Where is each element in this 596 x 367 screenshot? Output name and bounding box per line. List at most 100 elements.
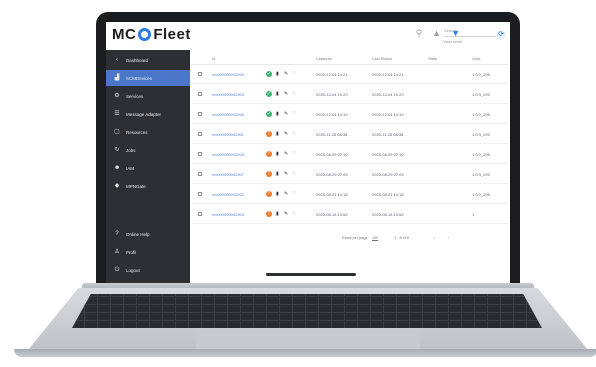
clipboard-icon[interactable]: ▮ — [276, 71, 279, 77]
edit-icon[interactable]: ✎ — [284, 91, 288, 97]
table-row[interactable]: mcb00000002906 ✓ ▮ ✎ ♡ 2025-12-04 14:19 2025-1… — [192, 106, 508, 124]
status-icon: ! — [266, 191, 272, 197]
scrollbar[interactable] — [266, 273, 356, 276]
laptop-base — [14, 349, 596, 357]
clipboard-icon[interactable]: ▮ — [276, 171, 279, 177]
sidebar-back[interactable]: ‹ Dashboard — [106, 52, 190, 68]
version-cell: 1.0.0_295 — [472, 172, 490, 177]
header-id[interactable]: Id — [212, 56, 215, 61]
rows-per-page-select[interactable]: 100 — [372, 236, 378, 240]
sidebar-item-mpngate[interactable]: ◆ MPNGate — [106, 178, 190, 194]
clipboard-icon[interactable]: ▮ — [276, 111, 279, 117]
sidebar-item-message-adapter[interactable]: ☰ Message Adapter — [106, 106, 190, 122]
header-last-status[interactable]: Last Status — [372, 56, 392, 61]
next-page-icon[interactable]: › — [448, 236, 449, 240]
services-icon: ⚙ — [114, 93, 120, 99]
row-checkbox[interactable] — [198, 192, 202, 196]
search-input[interactable]: Search... — [444, 28, 496, 37]
table-row[interactable]: mcb00000002907! ▮ ✎ ♡ 2025-08-29 07:05 2025-0… — [192, 166, 508, 184]
clipboard-icon[interactable]: ▮ — [276, 211, 279, 217]
status-icon: ✓ — [266, 71, 272, 77]
row-checkbox[interactable] — [198, 72, 202, 76]
device-id[interactable]: mcb00000002902 — [212, 192, 244, 197]
view-more-label[interactable]: View more — [443, 39, 462, 44]
row-checkbox[interactable] — [198, 92, 202, 96]
edit-icon[interactable]: ✎ — [284, 211, 288, 217]
sidebar-item-services[interactable]: ⚙ Services — [106, 88, 190, 104]
sidebar-item-scmdevices[interactable]: ▟ SCMDevices — [106, 70, 190, 86]
row-checkbox[interactable] — [198, 132, 202, 136]
table-row[interactable]: mcb00000002901! ▮ ✎ ♡ 2025-11-28 08:36 2025-1… — [192, 126, 508, 144]
laptop-keyboard — [72, 294, 542, 328]
heart-icon[interactable]: ♡ — [292, 71, 296, 77]
lastseen-cell: 2025-12-04 14:20 — [316, 92, 348, 97]
row-checkbox[interactable] — [198, 152, 202, 156]
sidebar-item-jobs[interactable]: ↻ Jobs — [106, 142, 190, 158]
table-row[interactable]: mcb00000002905! ▮ ✎ ♡ 2025-08-09 07:10 2025-0… — [192, 146, 508, 164]
heart-icon[interactable]: ♡ — [292, 111, 296, 117]
sidebar-item-label: MPNGate — [126, 183, 146, 189]
alert-icon[interactable]: ▲ — [432, 28, 441, 39]
sidebar-item-resources[interactable]: ▢ Resources — [106, 124, 190, 140]
table-row[interactable]: mcb00000002904! ▮ ✎ ♡ 2025-08-18 13:52 2025-0… — [192, 206, 508, 224]
user-icon: ♙ — [114, 249, 120, 255]
lastseen-cell: 2025-08-09 07:10 — [316, 152, 348, 157]
last-status-cell: 2025-08-29 07:05 — [372, 172, 404, 177]
row-checkbox[interactable] — [198, 112, 202, 116]
heart-icon[interactable]: ♡ — [292, 151, 296, 157]
sidebar-item-label: IAM — [126, 165, 135, 171]
person-icon[interactable]: ⚲ — [416, 28, 423, 39]
header-version[interactable]: Vers. — [472, 56, 481, 61]
device-id[interactable]: mcb00000002905 — [212, 152, 244, 157]
edit-icon[interactable]: ✎ — [284, 131, 288, 137]
edit-icon[interactable]: ✎ — [284, 71, 288, 77]
heart-icon[interactable]: ♡ — [292, 211, 296, 217]
refresh-icon[interactable]: ⟳ — [496, 30, 506, 40]
heart-icon[interactable]: ♡ — [292, 171, 296, 177]
clipboard-icon[interactable]: ▮ — [276, 191, 279, 197]
sidebar-item-profil[interactable]: ♙ Profil — [106, 244, 190, 260]
lastseen-cell: 2025-08-29 07:05 — [316, 172, 348, 177]
header-state[interactable]: State — [428, 56, 437, 61]
heart-icon[interactable]: ♡ — [292, 131, 296, 137]
row-checkbox[interactable] — [198, 212, 202, 216]
heart-icon[interactable]: ♡ — [292, 91, 296, 97]
clipboard-icon[interactable]: ▮ — [276, 91, 279, 97]
edit-icon[interactable]: ✎ — [284, 191, 288, 197]
table-row[interactable]: mcb00000002902! ▮ ✎ ♡ 2025-08-21 14:18 2025-0… — [192, 186, 508, 204]
last-status-cell: 2025-12-04 14:20 — [372, 92, 404, 97]
status-icon: ✓ — [266, 111, 272, 117]
device-id[interactable]: mcb00000002906 — [212, 112, 244, 117]
device-id[interactable]: mcb00000002907 — [212, 172, 244, 177]
sidebar-item-online-help[interactable]: ? Online Help — [106, 226, 190, 242]
power-icon: ⏻ — [114, 267, 120, 273]
device-id[interactable]: mcb00000002904 — [212, 212, 244, 217]
device-id[interactable]: mcb00000002900 — [212, 72, 244, 77]
sidebar-item-iam[interactable]: ☻ IAM — [106, 160, 190, 176]
logo-ring-icon — [138, 28, 152, 41]
last-status-cell: 2025-08-18 13:52 — [372, 212, 404, 217]
version-cell: 1.0.0_295 — [472, 92, 490, 97]
edit-icon[interactable]: ✎ — [284, 171, 288, 177]
device-table: Id Lastseen Last Status State Vers. mcb0… — [192, 52, 508, 282]
sidebar-item-label: Jobs — [126, 147, 136, 153]
table-row[interactable]: mcb00000002903 ✓ ▮ ✎ ♡ 2025-12-04 14:20 2025-1… — [192, 86, 508, 104]
prev-page-icon[interactable]: ‹ — [434, 236, 435, 240]
sidebar-item-label: Logout — [126, 267, 140, 273]
last-status-cell: 2025-08-21 14:18 — [372, 192, 404, 197]
row-checkbox[interactable] — [198, 172, 202, 176]
device-id[interactable]: mcb00000002903 — [212, 92, 244, 97]
lastseen-cell: 2025-12-04 14:19 — [316, 112, 348, 117]
lastseen-cell: 2025-08-18 13:52 — [316, 212, 348, 217]
clipboard-icon[interactable]: ▮ — [276, 151, 279, 157]
edit-icon[interactable]: ✎ — [284, 151, 288, 157]
header-lastseen[interactable]: Lastseen — [316, 56, 332, 61]
last-status-cell: 2025-11-28 08:36 — [372, 132, 404, 137]
heart-icon[interactable]: ♡ — [292, 191, 296, 197]
device-id[interactable]: mcb00000002901 — [212, 132, 244, 137]
edit-icon[interactable]: ✎ — [284, 111, 288, 117]
table-row[interactable]: mcb00000002900 ✓ ▮ ✎ ♡ 2025-12-04 14:21 2025-1… — [192, 66, 508, 84]
clipboard-icon[interactable]: ▮ — [276, 131, 279, 137]
sidebar-item-logout[interactable]: ⏻ Logout — [106, 262, 190, 278]
lastseen-cell: 2025-08-21 14:18 — [316, 192, 348, 197]
